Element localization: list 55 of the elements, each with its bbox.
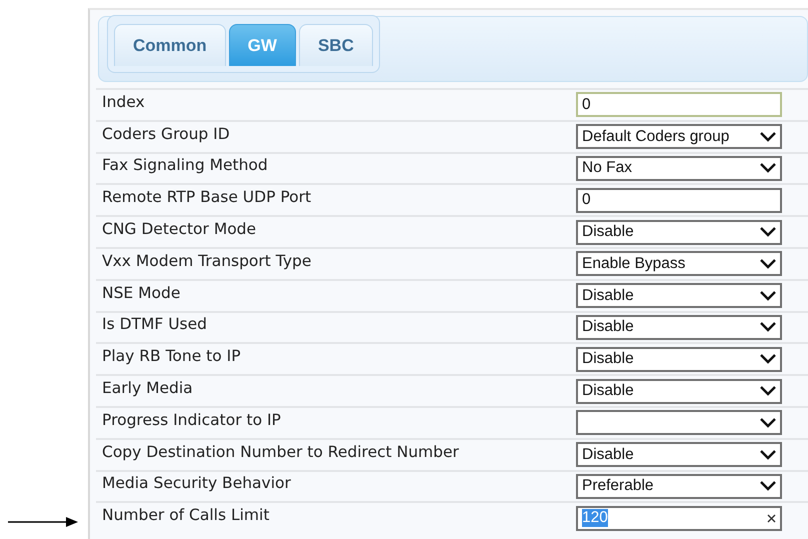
field-label: Is DTMF Used	[101, 315, 208, 334]
field-value: Disable	[582, 286, 634, 305]
tab[interactable]: Common	[114, 24, 226, 66]
chevron-down-icon	[760, 386, 776, 396]
close-icon[interactable]	[767, 514, 776, 523]
field-value: 0	[582, 96, 591, 114]
chevron-down-icon	[760, 322, 776, 332]
field-value: Enable Bypass	[582, 254, 686, 273]
chevron-down-icon	[760, 163, 776, 174]
chevron-down-icon	[760, 132, 776, 142]
field-value: Default Coders group	[582, 128, 730, 146]
field-label: Progress Indicator to IP	[101, 410, 282, 429]
select-field[interactable]: Preferable	[576, 474, 782, 499]
field-label: Copy Destination Number to Redirect Number	[101, 442, 460, 461]
field-value: Disable	[582, 223, 634, 242]
field-label: Index	[101, 92, 146, 111]
field-label: Remote RTP Base UDP Port	[101, 188, 312, 206]
chevron-down-icon	[760, 258, 776, 269]
field-label: Coders Group ID	[101, 124, 231, 143]
field-value: Disable	[582, 446, 634, 464]
select-field[interactable]: Enable Bypass	[576, 251, 782, 276]
select-field[interactable]: Disable	[576, 220, 782, 245]
select-field[interactable]: Default Coders group	[576, 124, 782, 150]
chevron-down-icon	[760, 227, 776, 238]
field-label: Fax Signaling Method	[101, 156, 269, 174]
arrow-icon	[8, 517, 78, 527]
input-field[interactable]: 0	[576, 92, 782, 118]
field-value: Preferable	[582, 477, 654, 496]
field-label: CNG Detector Mode	[101, 220, 258, 238]
input-field[interactable]: 0	[576, 188, 782, 213]
field-value: 0	[582, 191, 591, 210]
field-label: Play RB Tone to IP	[101, 347, 242, 366]
field-label: Media Security Behavior	[101, 474, 292, 492]
select-field[interactable]: Disable	[576, 442, 782, 468]
field-value: Disable	[582, 350, 634, 368]
select-field[interactable]: Disable	[576, 314, 782, 340]
field-label: Early Media	[101, 379, 194, 398]
field-value: Disable	[582, 382, 634, 400]
select-field[interactable]: Disable	[576, 378, 782, 404]
field-label: Number of Calls Limit	[101, 506, 270, 524]
field-label: NSE Mode	[101, 284, 182, 302]
chevron-down-icon	[760, 450, 776, 460]
chevron-down-icon	[760, 481, 776, 492]
tab[interactable]: SBC	[298, 24, 373, 66]
field-value: Disable	[582, 318, 634, 336]
select-field[interactable]: Disable	[576, 283, 782, 308]
chevron-down-icon	[760, 290, 776, 301]
field-value: 120	[582, 509, 608, 528]
select-field[interactable]: No Fax	[576, 156, 782, 181]
chevron-down-icon	[760, 418, 776, 428]
chevron-down-icon	[760, 354, 776, 364]
field-label: Vxx Modem Transport Type	[101, 252, 312, 270]
select-field[interactable]: Disable	[576, 346, 782, 372]
select-field[interactable]	[576, 410, 782, 436]
field-value: No Fax	[582, 159, 632, 178]
